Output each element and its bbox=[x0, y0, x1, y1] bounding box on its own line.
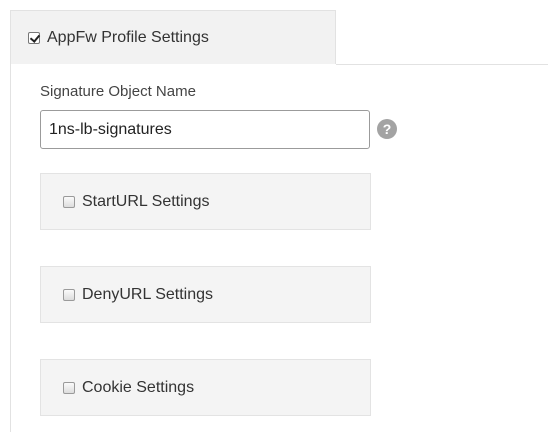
section-denyurl-settings[interactable]: DenyURL Settings bbox=[40, 266, 371, 323]
tab-appfw-profile-settings[interactable]: AppFw Profile Settings bbox=[10, 10, 336, 64]
section-label: Cookie Settings bbox=[82, 378, 195, 396]
panel-left-border bbox=[10, 64, 11, 432]
appfw-profile-panel: AppFw Profile Settings Signature Object … bbox=[0, 0, 548, 432]
starturl-settings-checkbox[interactable] bbox=[63, 195, 75, 208]
signature-object-name-input[interactable] bbox=[40, 110, 370, 149]
section-label: StartURL Settings bbox=[82, 192, 210, 210]
tab-divider bbox=[336, 64, 548, 65]
section-starturl-settings[interactable]: StartURL Settings bbox=[40, 173, 371, 230]
cookie-settings-checkbox[interactable] bbox=[63, 381, 75, 394]
denyurl-settings-checkbox[interactable] bbox=[63, 288, 75, 301]
section-label: DenyURL Settings bbox=[82, 285, 214, 303]
appfw-profile-settings-checkbox[interactable] bbox=[28, 31, 40, 44]
tab-label: AppFw Profile Settings bbox=[47, 28, 209, 46]
help-icon[interactable]: ? bbox=[377, 119, 397, 139]
signature-object-name-label: Signature Object Name bbox=[40, 83, 196, 100]
section-cookie-settings[interactable]: Cookie Settings bbox=[40, 359, 371, 416]
